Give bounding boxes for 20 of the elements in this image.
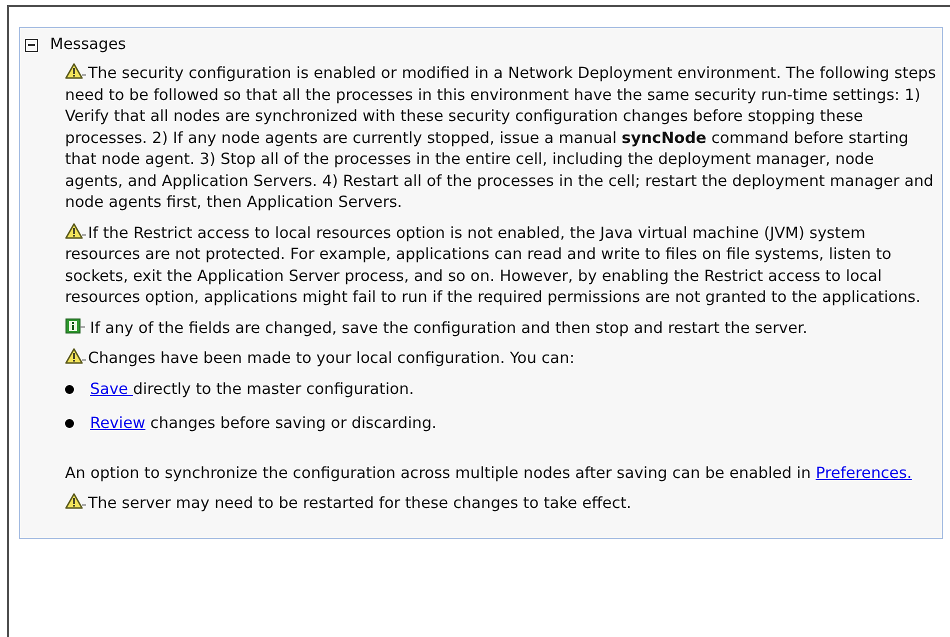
warning-message: The server may need to be restarted for these changes to take effect.	[65, 493, 632, 514]
warning-icon	[65, 493, 87, 510]
warning-message: The security configuration is enabled or modified in a Network Deployment environment. The following steps need to be followed so that all the processes in this environment have the same security run-time settings: 1) Verify that all nodes are synchronized with these security configuration changes before stopping these processes. 2) If any node agents are currently stopped, issue a manual syncNode command before starting that node agent. 3) Stop all of the processes in the entire cell, including the deployment manager, node agents, and Application Servers. 4) Restart all of the processes in the cell; restart the deployment manager and node agents first, then Application Servers.	[65, 63, 936, 213]
warning-icon	[65, 63, 87, 80]
collapse-toggle[interactable]	[25, 38, 38, 52]
info-message: If any of the fields are changed, save the configuration and then stop and restart the server.	[65, 318, 936, 339]
bullet-icon	[65, 419, 74, 428]
info-icon	[65, 318, 87, 334]
warning-icon	[65, 348, 87, 365]
list-item-text: Save directly to the master configuration.	[90, 378, 414, 400]
list-item-text: Review changes before saving or discarding.	[90, 413, 437, 434]
section-title: Messages	[50, 34, 126, 56]
link[interactable]: Preferences.	[816, 464, 912, 482]
link[interactable]: Review	[90, 414, 146, 432]
warning-icon	[65, 222, 87, 240]
warning-message: If the Restrict access to local resources option is not enabled, the Java virtual machine (JVM) system resources are not protected. For example, applications can read and write to files on file systems, listen to sockets, exit the Application Server process, and so on. However, by enabling the Restrict access to local resources option, applications might fail to run if the required permissions are not granted to the applications.	[65, 222, 922, 308]
link[interactable]: Save	[90, 380, 133, 398]
bullet-icon	[65, 384, 74, 394]
warning-message: Changes have been made to your local configuration. You can:	[65, 348, 575, 370]
note-text: An option to synchronize the configuration across multiple nodes after saving can be enabled in Preferences.	[65, 462, 913, 484]
